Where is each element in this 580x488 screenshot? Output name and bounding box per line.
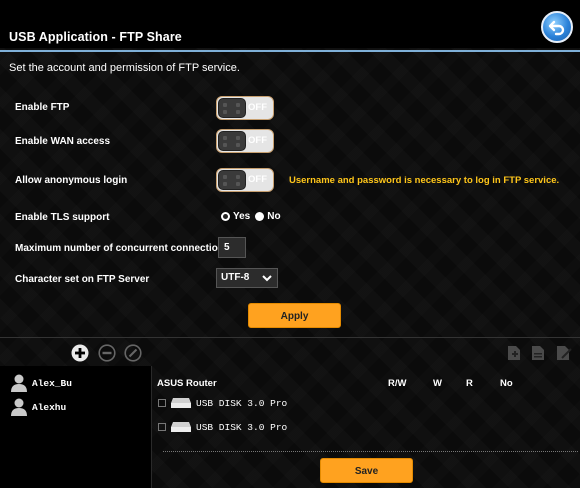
tls-yes-radio[interactable]: [221, 212, 230, 221]
page-title: USB Application - FTP Share: [9, 30, 182, 44]
disk-row[interactable]: USB DISK 3.0 Pro: [158, 421, 287, 433]
anonymous-login-label: Allow anonymous login: [15, 175, 128, 186]
enable-ftp-toggle[interactable]: OFF: [216, 96, 274, 120]
usb-disk-icon: [171, 398, 191, 408]
disk-name: USB DISK 3.0 Pro: [196, 421, 288, 433]
file-add-icon[interactable]: [507, 345, 521, 361]
tls-yes-label: Yes: [233, 211, 251, 222]
account-item[interactable]: Alexhu: [10, 397, 66, 417]
account-name: Alexhu: [32, 401, 67, 413]
file-edit-icon[interactable]: [556, 345, 572, 361]
anonymous-login-note: Username and password is necessary to lo…: [289, 175, 560, 186]
enable-ftp-label: Enable FTP: [15, 102, 70, 113]
back-arrow-icon: [548, 20, 565, 36]
remove-circle-icon[interactable]: [98, 344, 116, 362]
toggle-state: OFF: [248, 174, 267, 185]
charset-select[interactable]: UTF-8: [216, 268, 278, 288]
toggle-knob: [218, 98, 246, 118]
panel-divider: [151, 366, 152, 488]
user-icon: [11, 398, 27, 416]
chevron-down-icon: [262, 275, 272, 282]
expand-toggle[interactable]: [158, 423, 166, 431]
account-item[interactable]: Alex_Bu: [10, 373, 72, 393]
usb-disk-icon: [171, 422, 191, 432]
tls-no-radio[interactable]: [255, 212, 265, 221]
charset-label: Character set on FTP Server: [15, 274, 150, 285]
router-label: ASUS Router: [157, 378, 217, 389]
expand-toggle[interactable]: [158, 399, 166, 407]
disk-row[interactable]: USB DISK 3.0 Pro: [158, 397, 287, 409]
charset-value: UTF-8: [221, 272, 250, 283]
tls-no-label: No: [267, 211, 281, 222]
page-subtitle: Set the account and permission of FTP se…: [9, 62, 240, 74]
add-circle-icon[interactable]: [71, 344, 89, 362]
save-button[interactable]: Save: [320, 458, 413, 483]
user-icon: [11, 374, 27, 392]
ftp-share-page: USB Application - FTP Share Set the acco…: [0, 0, 580, 488]
enable-wan-toggle[interactable]: OFF: [216, 129, 274, 153]
column-r: R: [466, 378, 473, 389]
title-divider: [0, 50, 580, 52]
permissions-divider: [163, 451, 578, 452]
toggle-knob: [218, 170, 246, 190]
max-connections-input[interactable]: 5: [218, 237, 246, 258]
disk-name: USB DISK 3.0 Pro: [196, 397, 288, 409]
enable-wan-label: Enable WAN access: [15, 136, 111, 147]
apply-button[interactable]: Apply: [248, 303, 341, 328]
column-no: No: [500, 378, 513, 389]
max-connections-label: Maximum number of concurrent connections: [15, 243, 230, 254]
toggle-state: OFF: [248, 102, 267, 113]
toggle-knob: [218, 131, 246, 151]
column-w: W: [433, 378, 442, 389]
edit-circle-icon[interactable]: [124, 344, 142, 362]
tls-support-label: Enable TLS support: [15, 212, 110, 223]
toggle-state: OFF: [248, 135, 267, 146]
back-button[interactable]: [541, 11, 573, 43]
column-rw: R/W: [388, 378, 407, 389]
file-icon[interactable]: [531, 345, 545, 361]
section-divider: [0, 337, 580, 338]
tls-radio-group: Yes No: [221, 211, 286, 222]
account-name: Alex_Bu: [32, 377, 72, 389]
anonymous-login-toggle[interactable]: OFF: [216, 168, 274, 192]
